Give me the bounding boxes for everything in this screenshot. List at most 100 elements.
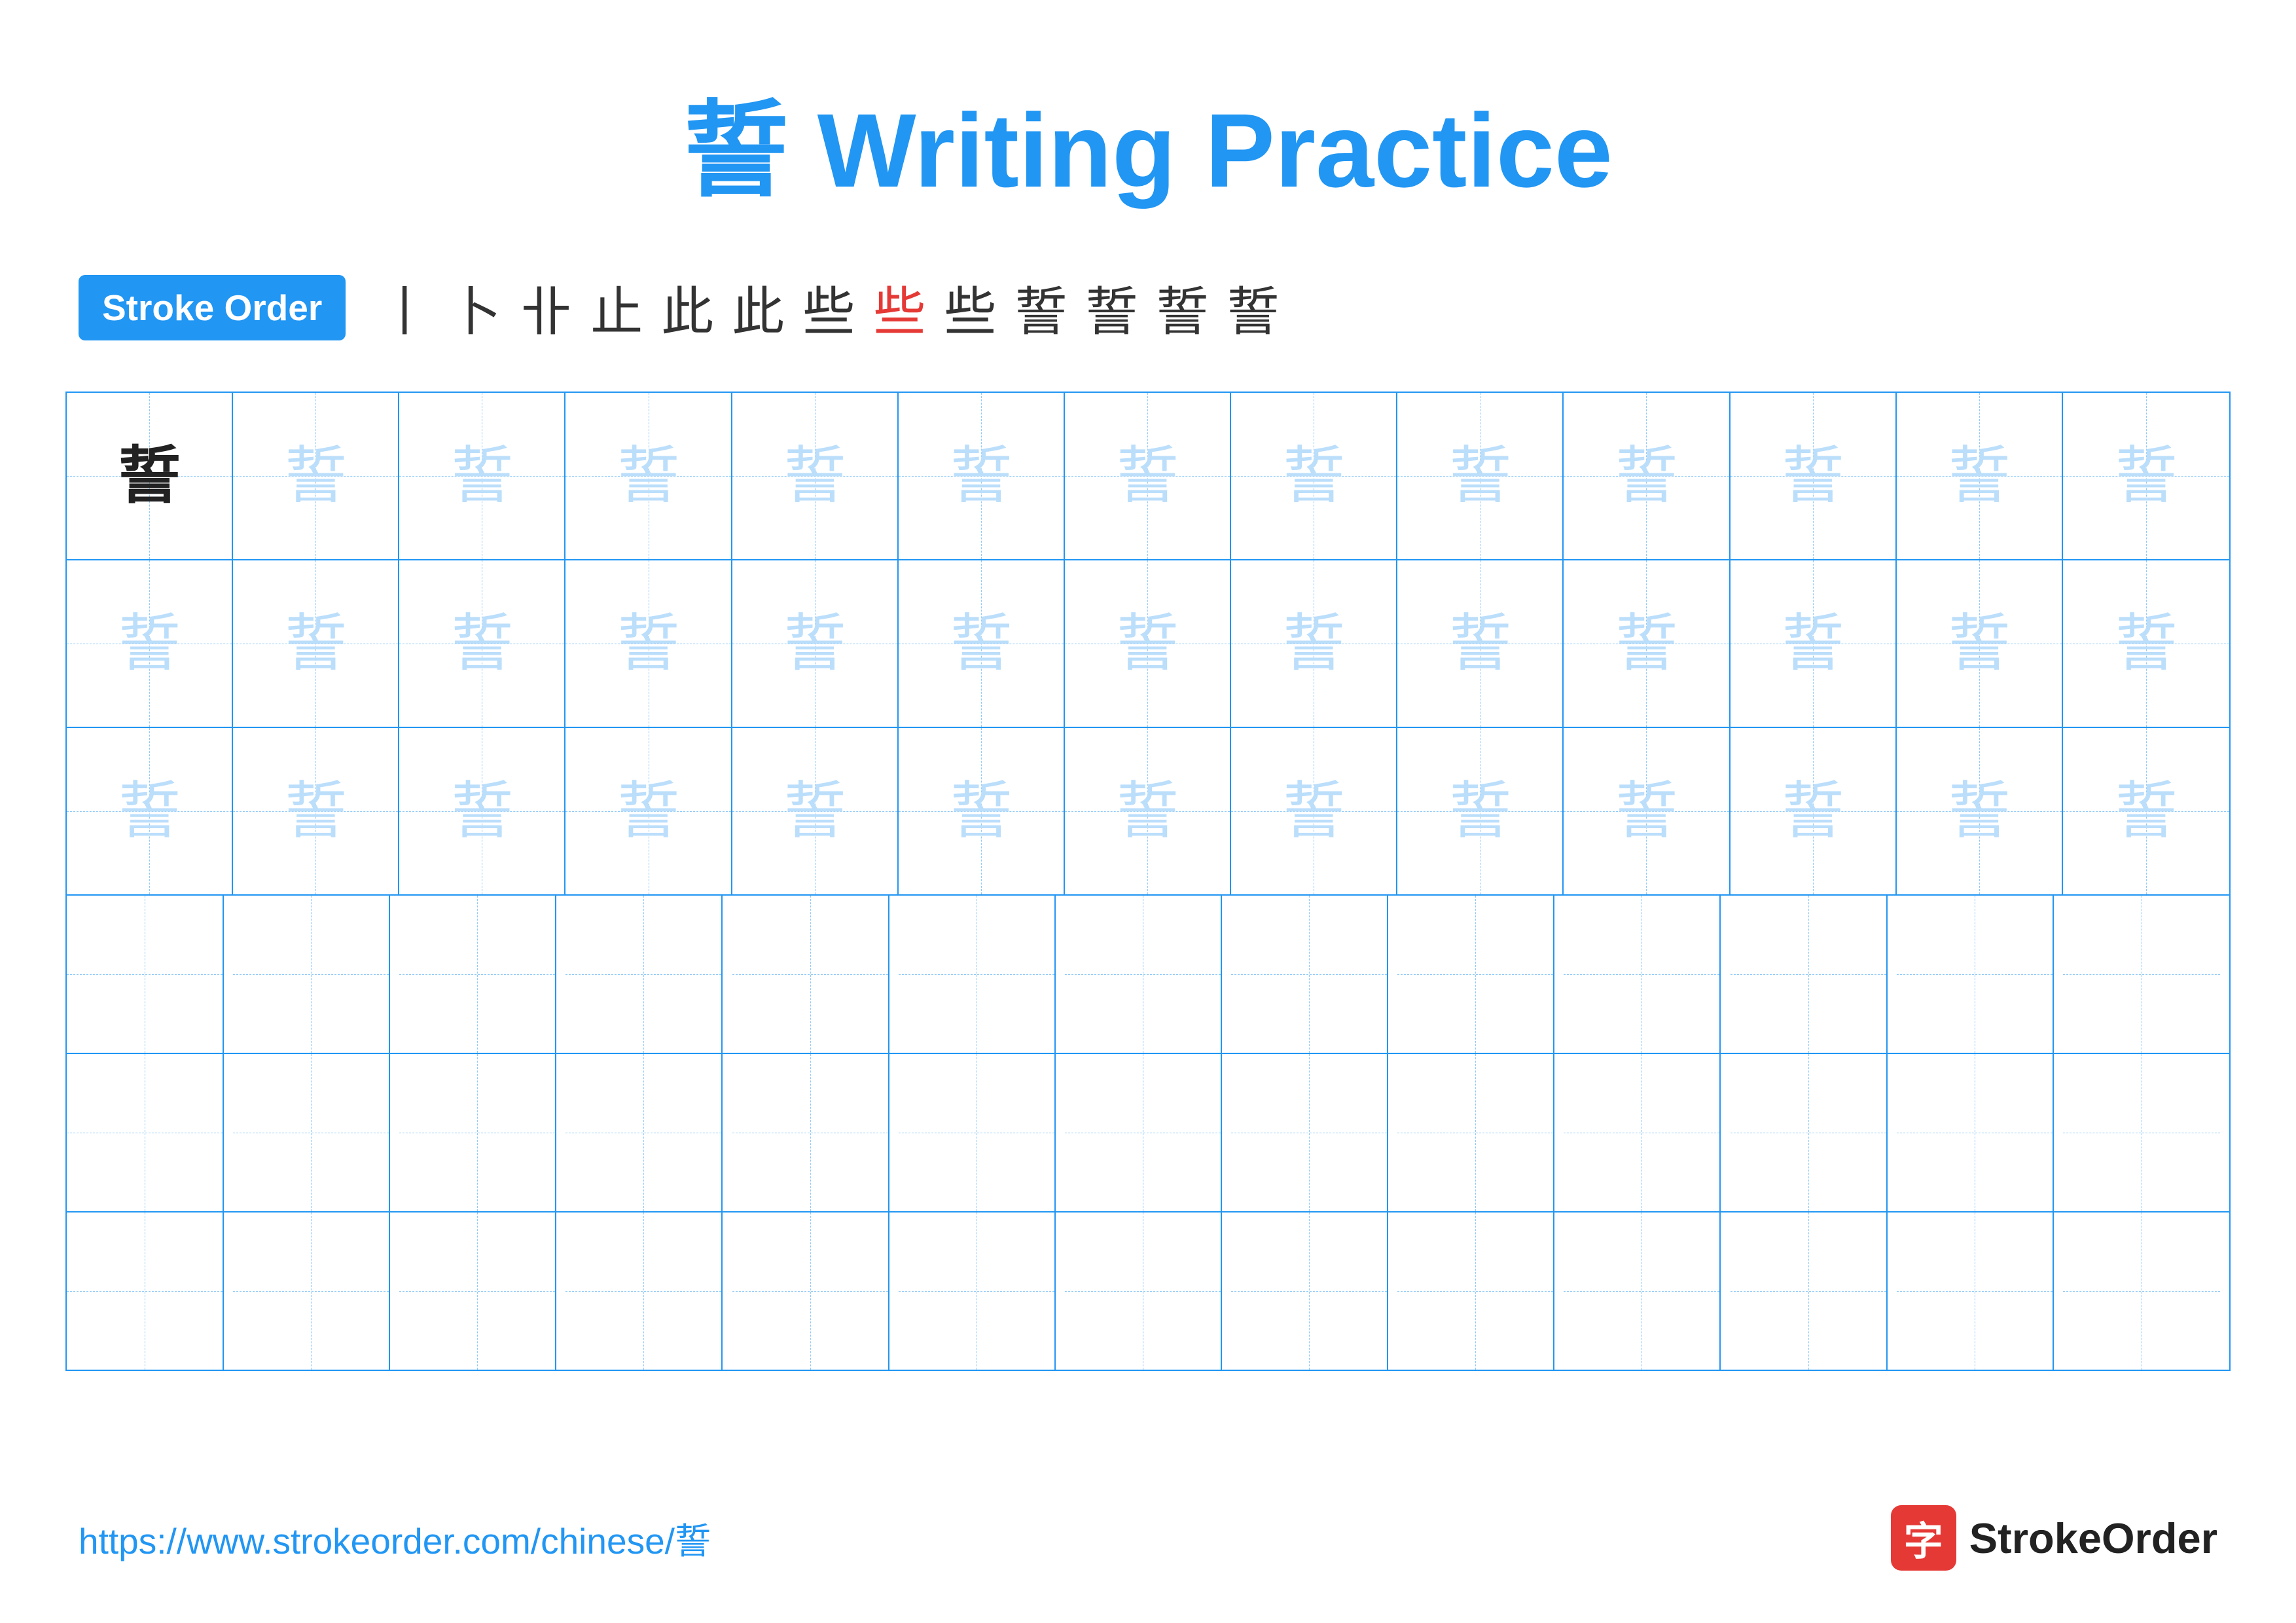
grid-cell-6-8[interactable]: [1231, 1213, 1388, 1370]
char-display: 誓: [950, 780, 1012, 843]
grid-cell-2-10[interactable]: 誓: [1564, 560, 1730, 727]
grid-cell-6-3[interactable]: [399, 1213, 556, 1370]
char-display: 誓: [2115, 613, 2177, 675]
grid-cell-4-12[interactable]: [1897, 896, 2054, 1053]
grid-cell-3-1[interactable]: 誓: [67, 728, 233, 894]
grid-cell-3-13[interactable]: 誓: [2063, 728, 2229, 894]
grid-cell-4-9[interactable]: [1397, 896, 1554, 1053]
grid-cell-4-10[interactable]: [1564, 896, 1721, 1053]
char-display: 誓: [1283, 613, 1345, 675]
grid-cell-3-7[interactable]: 誓: [1065, 728, 1231, 894]
grid-cell-5-13[interactable]: [2063, 1054, 2220, 1211]
grid-cell-6-1[interactable]: [67, 1213, 224, 1370]
grid-cell-5-2[interactable]: [233, 1054, 390, 1211]
grid-cell-1-8[interactable]: 誓: [1231, 393, 1397, 559]
grid-cell-1-7[interactable]: 誓: [1065, 393, 1231, 559]
grid-cell-6-6[interactable]: [899, 1213, 1056, 1370]
grid-cell-3-8[interactable]: 誓: [1231, 728, 1397, 894]
grid-cell-4-4[interactable]: [565, 896, 723, 1053]
grid-cell-1-13[interactable]: 誓: [2063, 393, 2229, 559]
grid-cell-1-1[interactable]: 誓: [67, 393, 233, 559]
grid-cell-5-8[interactable]: [1231, 1054, 1388, 1211]
grid-cell-3-9[interactable]: 誓: [1397, 728, 1564, 894]
grid-cell-1-3[interactable]: 誓: [399, 393, 565, 559]
grid-cell-2-9[interactable]: 誓: [1397, 560, 1564, 727]
char-display: 誓: [1117, 613, 1179, 675]
grid-cell-2-3[interactable]: 誓: [399, 560, 565, 727]
grid-cell-3-10[interactable]: 誓: [1564, 728, 1730, 894]
grid-cell-2-13[interactable]: 誓: [2063, 560, 2229, 727]
grid-cell-4-8[interactable]: [1231, 896, 1388, 1053]
grid-cell-1-5[interactable]: 誓: [732, 393, 899, 559]
grid-cell-6-4[interactable]: [565, 1213, 723, 1370]
grid-cell-5-5[interactable]: [732, 1054, 889, 1211]
grid-cell-1-10[interactable]: 誓: [1564, 393, 1730, 559]
grid-cell-5-1[interactable]: [67, 1054, 224, 1211]
stroke-13: 誓: [1227, 270, 1279, 346]
grid-cell-5-3[interactable]: [399, 1054, 556, 1211]
grid-cell-4-2[interactable]: [233, 896, 390, 1053]
char-display: 誓: [617, 780, 679, 843]
char-display: 誓: [2115, 780, 2177, 843]
grid-cell-2-6[interactable]: 誓: [899, 560, 1065, 727]
stroke-12: 誓: [1156, 270, 1208, 346]
page-title: 誓 Writing Practice: [683, 92, 1613, 209]
grid-cell-6-9[interactable]: [1397, 1213, 1554, 1370]
grid-cell-1-6[interactable]: 誓: [899, 393, 1065, 559]
grid-cell-4-3[interactable]: [399, 896, 556, 1053]
grid-cell-2-4[interactable]: 誓: [565, 560, 732, 727]
grid-cell-1-9[interactable]: 誓: [1397, 393, 1564, 559]
grid-cell-2-5[interactable]: 誓: [732, 560, 899, 727]
stroke-1: 丨: [378, 270, 431, 346]
char-display: 誓: [285, 613, 347, 675]
grid-cell-1-11[interactable]: 誓: [1731, 393, 1897, 559]
grid-cell-3-12[interactable]: 誓: [1897, 728, 2063, 894]
practice-grid: 誓 誓 誓 誓 誓 誓 誓 誓 誓 誓 誓 誓 誓 誓 誓 誓 誓 誓 誓 誓 …: [65, 392, 2231, 1371]
stroke-9: 些: [944, 270, 996, 346]
grid-cell-4-11[interactable]: [1731, 896, 1888, 1053]
grid-cell-6-7[interactable]: [1065, 1213, 1222, 1370]
char-display: 誓: [1948, 780, 2010, 843]
char-display: 誓: [285, 445, 347, 507]
grid-cell-5-10[interactable]: [1564, 1054, 1721, 1211]
grid-cell-3-11[interactable]: 誓: [1731, 728, 1897, 894]
grid-cell-2-2[interactable]: 誓: [233, 560, 399, 727]
grid-cell-5-9[interactable]: [1397, 1054, 1554, 1211]
footer-brand-text: StrokeOrder: [1969, 1514, 2217, 1563]
grid-cell-3-2[interactable]: 誓: [233, 728, 399, 894]
char-display: 誓: [1615, 613, 1677, 675]
grid-cell-3-3[interactable]: 誓: [399, 728, 565, 894]
grid-cell-4-7[interactable]: [1065, 896, 1222, 1053]
grid-cell-6-11[interactable]: [1731, 1213, 1888, 1370]
grid-cell-2-12[interactable]: 誓: [1897, 560, 2063, 727]
grid-cell-5-7[interactable]: [1065, 1054, 1222, 1211]
grid-cell-5-6[interactable]: [899, 1054, 1056, 1211]
grid-cell-4-6[interactable]: [899, 896, 1056, 1053]
grid-cell-1-4[interactable]: 誓: [565, 393, 732, 559]
grid-cell-2-11[interactable]: 誓: [1731, 560, 1897, 727]
grid-cell-6-13[interactable]: [2063, 1213, 2220, 1370]
grid-cell-3-4[interactable]: 誓: [565, 728, 732, 894]
char-display: 誓: [1782, 445, 1844, 507]
grid-cell-4-5[interactable]: [732, 896, 889, 1053]
grid-cell-1-2[interactable]: 誓: [233, 393, 399, 559]
grid-cell-2-7[interactable]: 誓: [1065, 560, 1231, 727]
grid-cell-5-11[interactable]: [1731, 1054, 1888, 1211]
grid-cell-4-1[interactable]: [67, 896, 224, 1053]
grid-cell-1-12[interactable]: 誓: [1897, 393, 2063, 559]
grid-cell-5-4[interactable]: [565, 1054, 723, 1211]
grid-cell-6-5[interactable]: [732, 1213, 889, 1370]
char-display: 誓: [783, 445, 846, 507]
stroke-5: 此: [661, 270, 713, 346]
grid-cell-5-12[interactable]: [1897, 1054, 2054, 1211]
grid-cell-2-1[interactable]: 誓: [67, 560, 233, 727]
grid-cell-6-12[interactable]: [1897, 1213, 2054, 1370]
grid-cell-6-10[interactable]: [1564, 1213, 1721, 1370]
grid-cell-3-5[interactable]: 誓: [732, 728, 899, 894]
grid-row-5: [67, 1054, 2229, 1213]
grid-cell-6-2[interactable]: [233, 1213, 390, 1370]
grid-cell-2-8[interactable]: 誓: [1231, 560, 1397, 727]
grid-cell-3-6[interactable]: 誓: [899, 728, 1065, 894]
grid-row-3: 誓 誓 誓 誓 誓 誓 誓 誓 誓 誓 誓 誓 誓: [67, 728, 2229, 896]
grid-cell-4-13[interactable]: [2063, 896, 2220, 1053]
